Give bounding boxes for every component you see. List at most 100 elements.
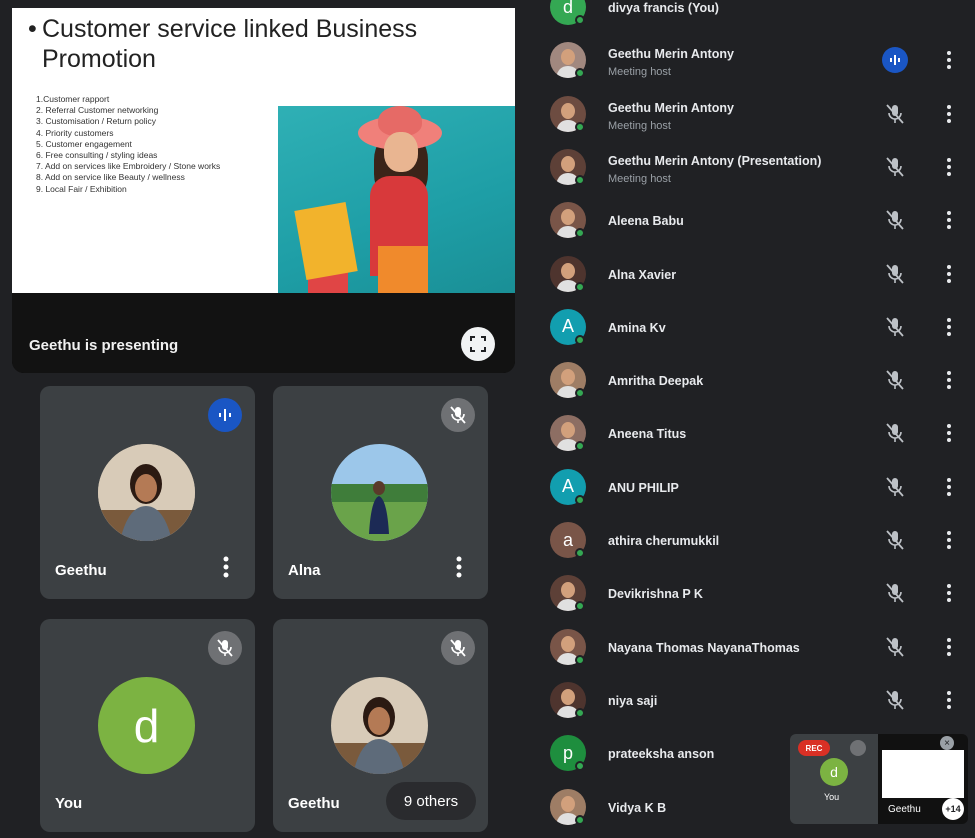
more-options-icon[interactable] — [944, 209, 954, 231]
avatar — [331, 677, 428, 774]
more-options-icon[interactable] — [944, 263, 954, 285]
recording-badge: REC — [798, 740, 830, 756]
participant-tile[interactable]: Alna — [273, 386, 488, 599]
online-status-icon — [575, 228, 585, 239]
slide-item: 1.Customer rapport — [36, 94, 110, 104]
avatar-letter: d — [133, 699, 160, 752]
participant-name: prateeksha anson — [608, 747, 715, 762]
mic-off-icon — [886, 103, 904, 124]
online-status-icon — [575, 548, 585, 558]
participant-row[interactable]: niya saji — [528, 673, 975, 726]
online-status-icon — [575, 601, 585, 612]
participant-name: Devikrishna P K — [608, 587, 703, 602]
presentation-slide: • Customer service linked Business Promot… — [12, 8, 515, 293]
mic-off-icon — [886, 477, 904, 497]
participant-role: Meeting host — [608, 119, 671, 132]
close-icon[interactable]: × — [940, 736, 954, 750]
tile-name: You — [55, 795, 83, 812]
mic-off-icon — [886, 157, 904, 177]
more-options-icon[interactable] — [944, 476, 954, 498]
more-options-icon[interactable] — [944, 636, 954, 658]
more-options-icon[interactable] — [944, 103, 954, 125]
online-status-icon — [575, 761, 585, 772]
stage-area: • Customer service linked Business Promot… — [0, 0, 525, 838]
speaking-indicator-icon — [208, 398, 242, 432]
mic-off-icon — [886, 263, 904, 284]
participant-name: Nayana Thomas NayanaThomas — [608, 640, 800, 655]
participant-tile[interactable]: Geethu — [40, 386, 255, 599]
picture-in-picture-preview[interactable]: REC d You Geethu +14 × — [790, 734, 968, 824]
participant-row[interactable]: A Amina Kv — [528, 300, 975, 353]
participant-tile[interactable]: Geethu 9 others — [273, 619, 488, 832]
participant-name: Amritha Deepak — [608, 374, 704, 389]
participant-role: Meeting host — [608, 66, 671, 79]
mini-slide-thumbnail — [882, 750, 964, 798]
mic-off-icon — [886, 423, 904, 443]
tile-name: Geethu — [288, 795, 340, 812]
slide-item: 2. Referral Customer networking — [36, 105, 159, 116]
participants-panel: d divya francis (You) Geethu Merin Antony M… — [528, 0, 975, 838]
mic-off-icon — [886, 583, 904, 603]
online-status-icon — [575, 388, 585, 399]
more-options-icon[interactable] — [944, 369, 954, 391]
participant-name: Geethu Merin Antony — [608, 47, 734, 62]
meet-window: • Customer service linked Business Promot… — [0, 0, 975, 838]
tile-name: Alna — [288, 562, 321, 579]
presenting-bar: Geethu is presenting — [12, 293, 515, 373]
others-button[interactable]: 9 others — [386, 782, 476, 820]
participant-row[interactable]: A ANU PHILIP — [528, 460, 975, 513]
avatar — [98, 444, 195, 541]
more-options-icon[interactable] — [944, 529, 954, 551]
participant-name: Alna Xavier — [608, 267, 677, 282]
participant-name: athira cherumukkil — [608, 534, 720, 548]
mic-off-icon — [441, 631, 475, 665]
participant-row[interactable]: d divya francis (You) — [528, 0, 975, 33]
more-options-icon[interactable] — [944, 582, 954, 604]
participant-row[interactable]: Devikrishna P K — [528, 566, 975, 619]
participant-name: ANU PHILIP — [608, 480, 679, 495]
more-count-badge: +14 — [942, 798, 964, 820]
slide-shopping-photo — [278, 106, 515, 293]
slide-item: 7. Add on services like Embroidery / Sto… — [36, 161, 221, 172]
avatar: d — [820, 758, 848, 786]
mic-off-icon — [886, 370, 904, 390]
more-options-icon[interactable] — [944, 689, 954, 711]
more-options-icon[interactable] — [944, 422, 954, 444]
participant-name: Vidya K B — [608, 800, 667, 815]
online-status-icon — [575, 814, 585, 825]
presenting-label: Geethu is presenting — [29, 337, 179, 354]
slide-list: 1.Customer rapport 2. Referral Customer … — [36, 94, 220, 195]
participant-name: divya francis (You) — [608, 1, 719, 15]
participant-row[interactable]: Geethu Merin Antony Meeting host — [528, 87, 975, 140]
participant-row[interactable]: a athira cherumukkil — [528, 513, 975, 566]
participant-row[interactable]: Geethu Merin Antony Meeting host — [528, 33, 975, 86]
more-options-icon[interactable] — [221, 555, 231, 579]
online-status-icon — [575, 121, 585, 132]
self-tile[interactable]: d You — [40, 619, 255, 832]
slide-item: 5. Customer engagement — [36, 138, 132, 149]
mini-self-label: You — [824, 792, 840, 802]
more-options-icon[interactable] — [944, 316, 954, 338]
participant-row[interactable]: Alna Xavier — [528, 247, 975, 300]
participant-row[interactable]: Amritha Deepak — [528, 353, 975, 406]
mic-off-icon — [886, 317, 904, 337]
speaking-indicator-icon — [882, 47, 908, 74]
mini-slide-tile: Geethu +14 × — [878, 734, 968, 824]
participant-row[interactable]: Aleena Babu — [528, 193, 975, 246]
fullscreen-button[interactable] — [461, 327, 495, 361]
participant-row[interactable]: Aneena Titus — [528, 406, 975, 459]
participant-name: Geethu Merin Antony (Presentation) — [608, 153, 822, 168]
participant-role: Meeting host — [608, 172, 671, 185]
mic-off-icon — [886, 690, 904, 710]
participant-name: Geethu Merin Antony — [608, 100, 734, 115]
mic-off-icon — [886, 636, 904, 657]
online-status-icon — [575, 654, 585, 665]
more-options-icon[interactable] — [944, 49, 954, 71]
more-options-icon[interactable] — [454, 555, 464, 579]
participant-row[interactable]: Nayana Thomas NayanaThomas — [528, 620, 975, 673]
participant-name: Amina Kv — [608, 320, 666, 335]
participant-row[interactable]: Geethu Merin Antony (Presentation) Meetin… — [528, 140, 975, 193]
presentation-view[interactable]: • Customer service linked Business Promot… — [12, 8, 515, 373]
slide-title: • Customer service linked Business Promot… — [28, 15, 418, 73]
more-options-icon[interactable] — [944, 156, 954, 178]
